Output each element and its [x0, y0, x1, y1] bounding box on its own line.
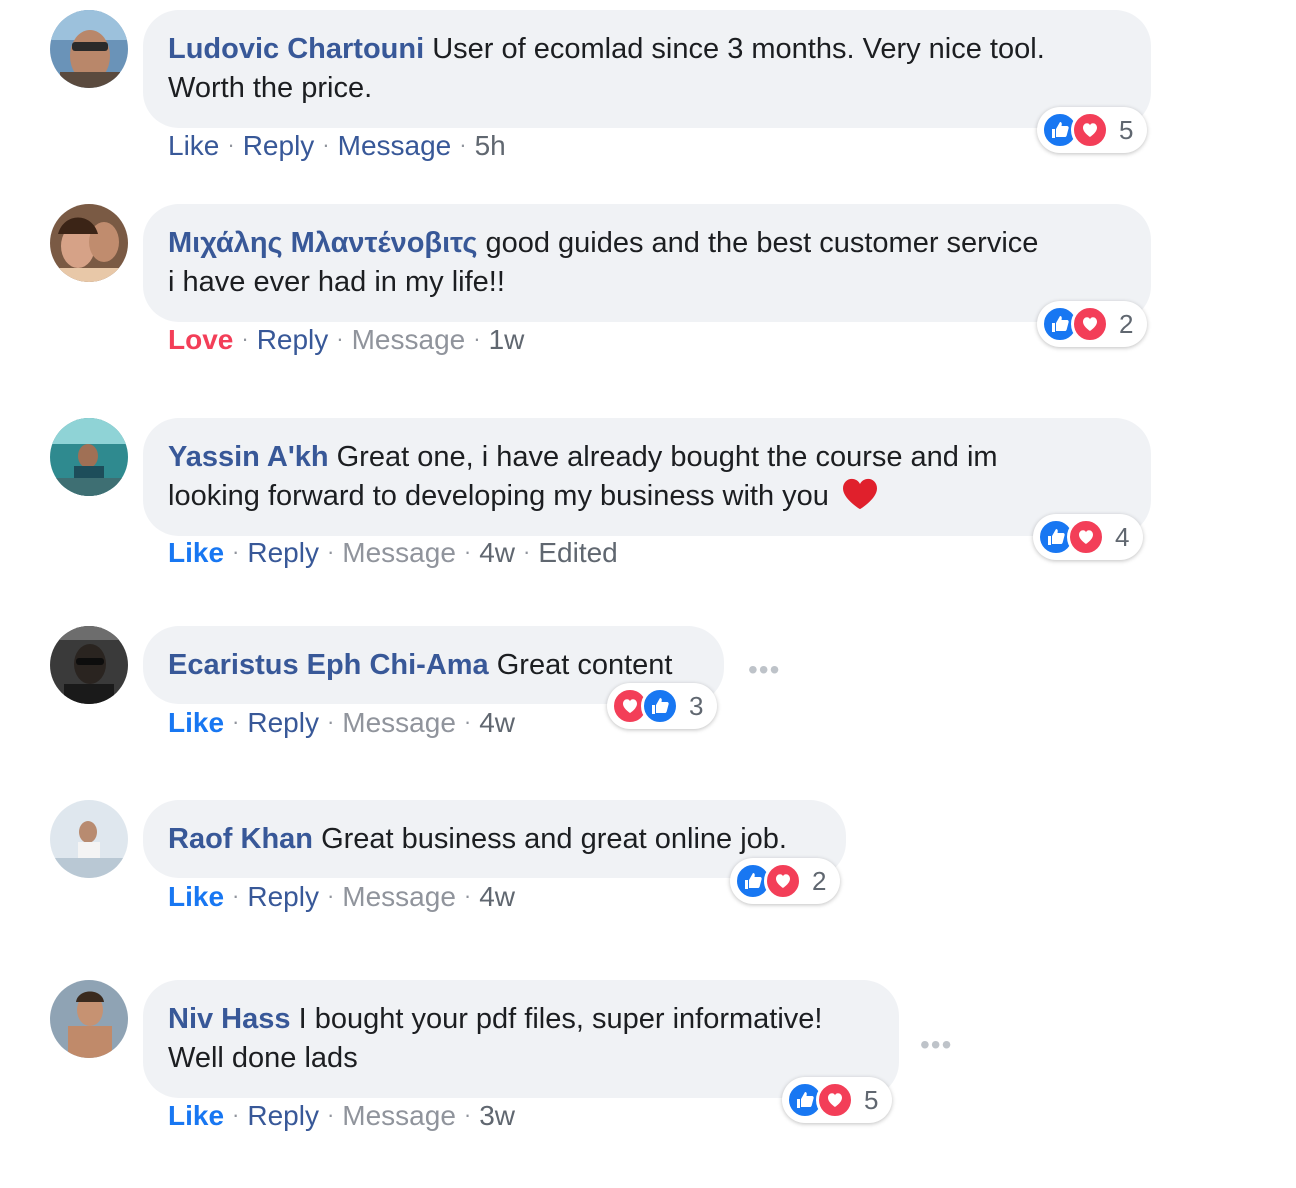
- message-button[interactable]: Message: [338, 130, 452, 161]
- reaction-summary[interactable]: 5: [782, 1077, 893, 1123]
- love-reaction-icon: [1071, 305, 1109, 343]
- like-button[interactable]: Like: [168, 130, 219, 161]
- avatar[interactable]: [50, 204, 128, 282]
- reaction-summary[interactable]: 4: [1033, 514, 1144, 560]
- like-button[interactable]: Like: [168, 881, 224, 912]
- comment-actions: Like · Reply · Message · 4w: [168, 881, 516, 912]
- avatar[interactable]: [50, 800, 128, 878]
- more-options-button[interactable]: •••: [748, 654, 780, 686]
- comment-actions: Like · Reply · Message · 5h: [168, 130, 506, 161]
- reaction-count: 5: [864, 1084, 879, 1115]
- reaction-count: 2: [812, 865, 827, 896]
- avatar[interactable]: [50, 626, 128, 704]
- reaction-summary[interactable]: 2: [1037, 301, 1148, 347]
- author-name[interactable]: Yassin A'kh: [168, 441, 329, 473]
- comment-actions: Love · Reply · Message · 1w: [168, 324, 525, 355]
- avatar[interactable]: [50, 418, 128, 496]
- like-button[interactable]: Like: [168, 1100, 224, 1131]
- comment-bubble: Ludovic Chartouni User of ecomlad since …: [143, 10, 1151, 128]
- reaction-count: 2: [1119, 308, 1134, 339]
- comment-text: good guides and the best customer servic…: [485, 227, 1039, 259]
- reply-button[interactable]: Reply: [247, 1100, 319, 1131]
- comment-actions: Like · Reply · Message · 4w: [168, 707, 516, 738]
- love-reaction-icon: [1067, 518, 1105, 556]
- comment-bubble: Μιχάλης Μλαντένοβιτς good guides and the…: [143, 204, 1151, 322]
- comment-text-line2: Well done lads: [168, 1042, 358, 1074]
- timestamp[interactable]: 3w: [479, 1100, 515, 1131]
- avatar[interactable]: [50, 10, 128, 88]
- author-name[interactable]: Niv Hass: [168, 1003, 291, 1035]
- reply-button[interactable]: Reply: [247, 707, 319, 738]
- timestamp[interactable]: 4w: [479, 537, 515, 568]
- reaction-summary[interactable]: 5: [1037, 107, 1148, 153]
- love-reaction-icon: [1071, 111, 1109, 149]
- comment-actions: Like · Reply · Message · 3w: [168, 1100, 516, 1131]
- author-name[interactable]: Μιχάλης Μλαντένοβιτς: [168, 227, 477, 259]
- love-button[interactable]: Love: [168, 324, 233, 355]
- love-reaction-icon: [816, 1081, 854, 1119]
- comment-text-line2: Worth the price.: [168, 72, 373, 104]
- like-button[interactable]: Like: [168, 707, 224, 738]
- love-reaction-icon: [764, 862, 802, 900]
- comment-actions: Like · Reply · Message · 4w · Edited: [168, 537, 618, 568]
- timestamp[interactable]: 1w: [489, 324, 525, 355]
- timestamp[interactable]: 4w: [479, 881, 515, 912]
- like-reaction-icon: [641, 687, 679, 725]
- timestamp[interactable]: 4w: [479, 707, 515, 738]
- comment-bubble: Yassin A'kh Great one, i have already bo…: [143, 418, 1151, 536]
- reaction-summary[interactable]: 2: [730, 858, 841, 904]
- comment-text-line2: i have ever had in my life!!: [168, 266, 505, 298]
- comment-text: User of ecomlad since 3 months. Very nic…: [432, 33, 1045, 65]
- message-button[interactable]: Message: [342, 707, 456, 738]
- message-button[interactable]: Message: [342, 1100, 456, 1131]
- message-button[interactable]: Message: [352, 324, 466, 355]
- timestamp[interactable]: 5h: [475, 130, 506, 161]
- message-button[interactable]: Message: [342, 881, 456, 912]
- comment-bubble: Niv Hass I bought your pdf files, super …: [143, 980, 899, 1098]
- message-button[interactable]: Message: [342, 537, 456, 568]
- author-name[interactable]: Raof Khan: [168, 823, 313, 855]
- reply-button[interactable]: Reply: [257, 324, 329, 355]
- comment-text: Great content: [496, 649, 673, 681]
- reply-button[interactable]: Reply: [247, 881, 319, 912]
- reply-button[interactable]: Reply: [247, 537, 319, 568]
- comment-text: Great one, i have already bought the cou…: [336, 441, 998, 473]
- comment-text: I bought your pdf files, super informati…: [298, 1003, 823, 1035]
- more-options-button[interactable]: •••: [920, 1029, 952, 1061]
- reaction-summary[interactable]: 3: [607, 683, 718, 729]
- comment-text-line2: looking forward to developing my busines…: [168, 480, 829, 512]
- reaction-count: 4: [1115, 521, 1130, 552]
- comment-text: Great business and great online job.: [321, 823, 787, 855]
- reaction-count: 3: [689, 690, 704, 721]
- reply-button[interactable]: Reply: [243, 130, 315, 161]
- edited-label[interactable]: Edited: [538, 537, 617, 568]
- avatar[interactable]: [50, 980, 128, 1058]
- like-button[interactable]: Like: [168, 537, 224, 568]
- author-name[interactable]: Ecaristus Eph Chi-Ama: [168, 649, 489, 681]
- red-heart-emoji-icon: [842, 478, 877, 510]
- author-name[interactable]: Ludovic Chartouni: [168, 33, 424, 65]
- reaction-count: 5: [1119, 114, 1134, 145]
